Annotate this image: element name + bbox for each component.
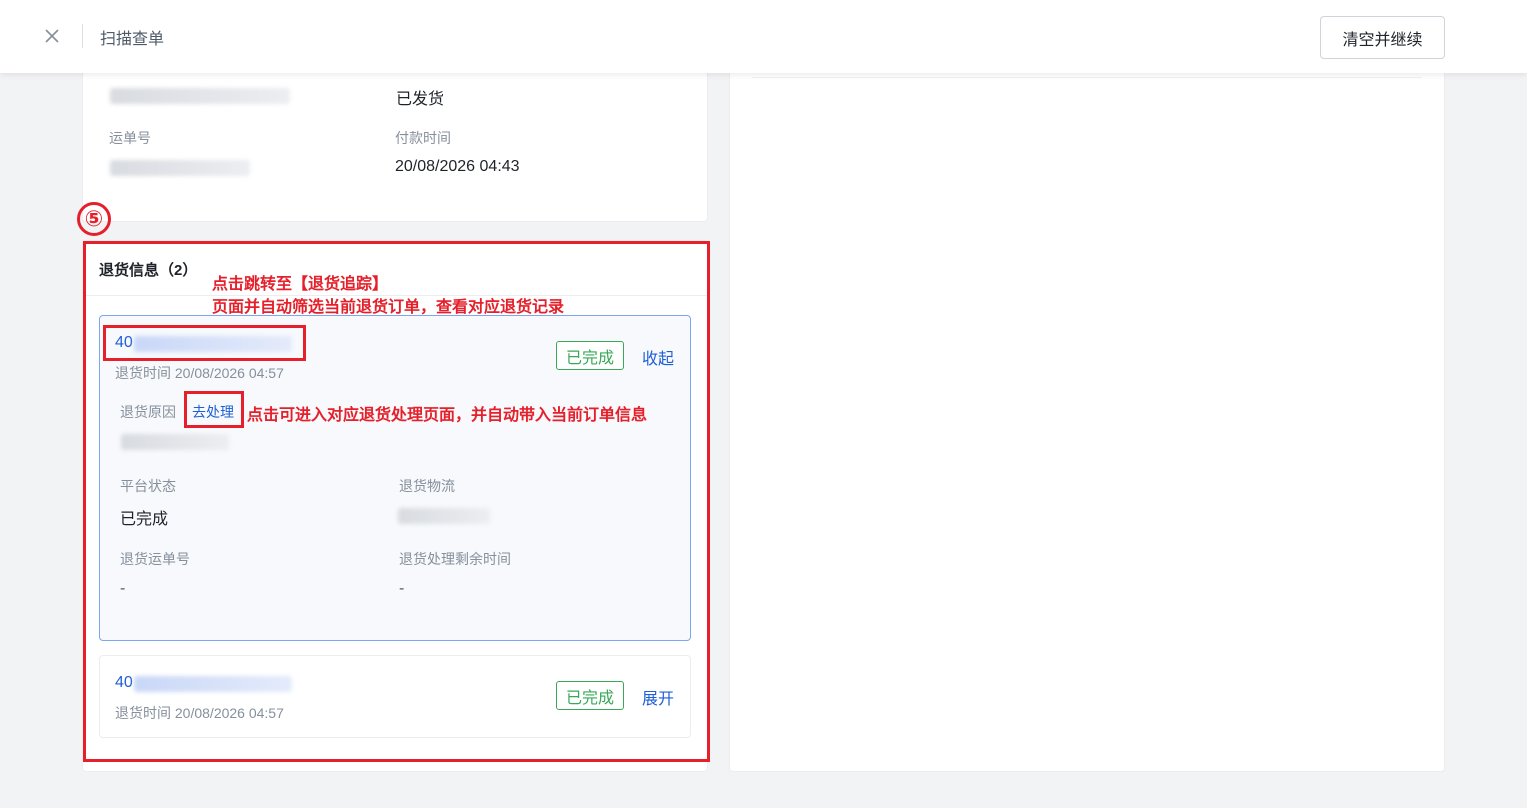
annotation-outline-process [184, 391, 244, 428]
annotation-jump-note-1: 点击跳转至【退货追踪】 [212, 276, 389, 293]
annotation-outline-section [83, 241, 710, 762]
redacted-waybill [110, 160, 250, 176]
page-title: 扫描查单 [100, 31, 165, 48]
right-panel-divider [752, 77, 1422, 78]
step-number-badge: ⑤ [77, 202, 111, 236]
waybill-label: 运单号 [109, 130, 151, 146]
annotation-process-note: 点击可进入对应退货处理页面，并自动带入当前订单信息 [247, 407, 648, 424]
close-icon[interactable] [42, 26, 62, 46]
pay-time-label: 付款时间 [395, 130, 451, 146]
pay-time-value: 20/08/2026 04:43 [395, 158, 520, 175]
annotation-jump-note-2: 页面并自动筛选当前退货订单，查看对应退货记录 [212, 299, 565, 316]
top-bar: 扫描查单 清空并继续 [0, 0, 1527, 73]
redacted-field [110, 88, 290, 104]
clear-and-continue-button[interactable]: 清空并继续 [1320, 16, 1445, 59]
ship-status-value: 已发货 [396, 91, 445, 108]
right-panel [729, 60, 1445, 772]
annotation-outline-order [103, 325, 306, 361]
header-divider [82, 24, 83, 48]
